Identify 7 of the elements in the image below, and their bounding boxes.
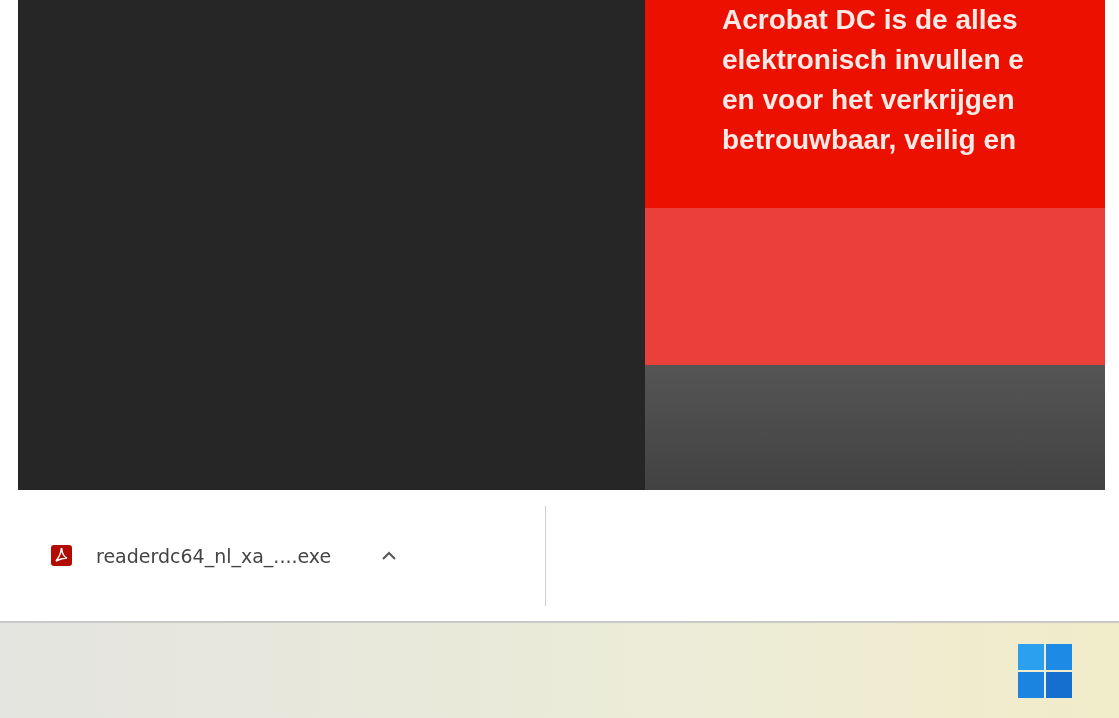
download-filename[interactable]: readerdc64_nl_xa_....exe (96, 544, 332, 567)
promo-text: en voor het verkrijgen (722, 83, 1016, 117)
promo-text: Acrobat DC is de alles (722, 3, 1019, 37)
promo-text: elektronisch invullen e (722, 43, 1025, 77)
promo-text: betrouwbaar, veilig en (722, 123, 1018, 157)
pdf-icon (51, 545, 72, 566)
windows-start-icon[interactable] (1018, 643, 1072, 698)
